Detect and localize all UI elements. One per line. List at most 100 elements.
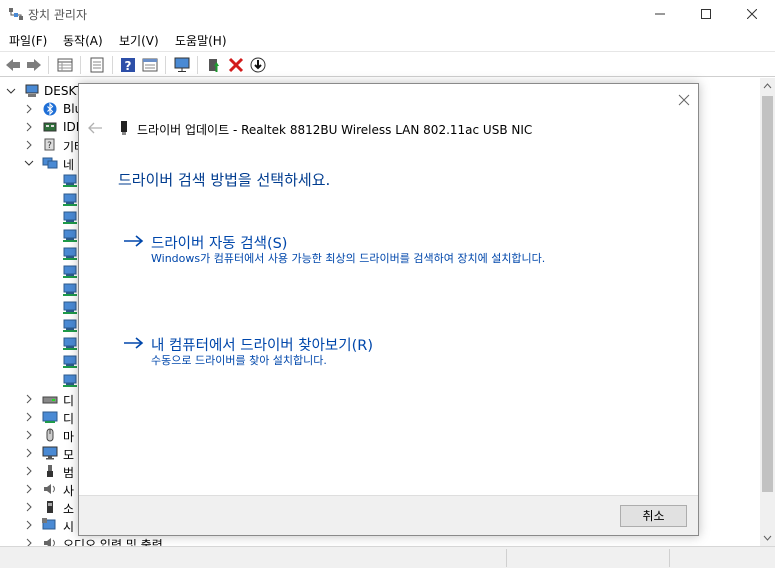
tree-item-label: 마 bbox=[63, 429, 75, 444]
tree-item-label: 소 bbox=[63, 502, 75, 517]
update-driver-icon[interactable] bbox=[205, 56, 223, 74]
tree-root-label: DESKT bbox=[44, 84, 83, 98]
forward-icon[interactable] bbox=[25, 56, 43, 74]
tree-category[interactable]: 오디오 입력 및 출력 bbox=[0, 534, 200, 546]
status-bar bbox=[0, 546, 775, 568]
display-adapter-icon bbox=[42, 411, 58, 423]
tree-item-label: 디 bbox=[63, 411, 75, 426]
chevron-right-icon[interactable] bbox=[24, 520, 34, 530]
dialog-close-icon[interactable] bbox=[676, 92, 692, 108]
menu-action[interactable]: 동작(A) bbox=[63, 32, 103, 49]
network-adapter-icon bbox=[63, 301, 77, 315]
option-description: 수동으로 드라이버를 찾아 설치합니다. bbox=[151, 354, 327, 367]
tree-item-label: 네 bbox=[63, 158, 75, 173]
bluetooth-icon bbox=[43, 102, 57, 116]
tree-item-label: 오디오 입력 및 출력 bbox=[63, 538, 163, 546]
chevron-right-icon[interactable] bbox=[24, 412, 34, 422]
uninstall-x-icon[interactable] bbox=[227, 56, 245, 74]
properties-grid-icon[interactable] bbox=[56, 56, 74, 74]
cancel-button[interactable]: 취소 bbox=[620, 505, 687, 527]
network-adapter-icon bbox=[63, 337, 77, 351]
unknown-device-icon: ? bbox=[44, 138, 55, 151]
svg-text:?: ? bbox=[125, 59, 132, 73]
chevron-right-icon[interactable] bbox=[24, 502, 34, 512]
search-automatically-option[interactable]: 드라이버 자동 검색(S) Windows가 컴퓨터에서 사용 가능한 최상의 … bbox=[123, 232, 593, 282]
minimize-button[interactable] bbox=[637, 0, 683, 28]
scroll-thumb[interactable] bbox=[762, 96, 773, 492]
chevron-right-icon[interactable] bbox=[24, 466, 34, 476]
network-adapter-icon bbox=[63, 211, 77, 224]
menu-file[interactable]: 파일(F) bbox=[9, 32, 47, 49]
tree-item-label: 디 bbox=[63, 393, 75, 408]
network-icon bbox=[42, 157, 58, 169]
maximize-icon bbox=[701, 9, 711, 19]
chevron-right-icon[interactable] bbox=[24, 484, 34, 494]
tree-item-label: 사 bbox=[63, 484, 75, 499]
back-arrow-icon[interactable] bbox=[87, 121, 103, 135]
chevron-right-icon[interactable] bbox=[24, 448, 34, 458]
minimize-icon bbox=[655, 13, 665, 15]
browse-my-computer-option[interactable]: 내 컴퓨터에서 드라이버 찾아보기(R) 수동으로 드라이버를 찾아 설치합니다… bbox=[123, 334, 593, 374]
option-title[interactable]: 드라이버 자동 검색(S) bbox=[151, 232, 287, 253]
tree-item-label: 범 bbox=[63, 466, 75, 480]
scroll-down-icon[interactable] bbox=[760, 530, 775, 546]
chevron-right-icon[interactable] bbox=[24, 538, 34, 546]
tree-item-label: 모 bbox=[63, 447, 75, 462]
dialog-footer: 취소 bbox=[79, 495, 698, 535]
network-adapter-icon bbox=[63, 355, 77, 369]
ide-controller-icon bbox=[43, 122, 57, 132]
chevron-right-icon[interactable] bbox=[24, 430, 34, 440]
back-icon[interactable] bbox=[4, 56, 22, 74]
help-icon[interactable]: ? bbox=[119, 56, 137, 74]
software-device-icon bbox=[47, 501, 53, 514]
network-adapter-icon bbox=[63, 193, 77, 206]
document-icon[interactable] bbox=[88, 56, 106, 74]
usb-icon bbox=[47, 465, 53, 477]
tree-item-label: 시 bbox=[63, 520, 75, 535]
chevron-right-icon[interactable] bbox=[24, 394, 34, 404]
menu-view[interactable]: 보기(V) bbox=[119, 32, 159, 49]
audio-io-icon bbox=[44, 538, 55, 546]
system-device-icon bbox=[42, 518, 56, 530]
vertical-scrollbar[interactable] bbox=[760, 78, 775, 546]
close-icon bbox=[747, 9, 757, 19]
audio-icon bbox=[44, 484, 55, 495]
dialog-heading: 드라이버 검색 방법을 선택하세요. bbox=[118, 171, 331, 189]
chevron-down-icon[interactable] bbox=[6, 86, 16, 96]
menu-bar: 파일(F) 동작(A) 보기(V) 도움말(H) bbox=[0, 28, 775, 50]
mouse-icon bbox=[46, 428, 54, 442]
toolbar: ? bbox=[0, 51, 775, 77]
chevron-right-icon[interactable] bbox=[24, 122, 34, 132]
window-title: 장치 관리자 bbox=[28, 8, 88, 22]
svg-text:?: ? bbox=[47, 141, 52, 151]
right-arrow-icon bbox=[124, 235, 144, 247]
menu-help[interactable]: 도움말(H) bbox=[175, 32, 227, 49]
device-manager-icon bbox=[9, 8, 23, 20]
close-button[interactable] bbox=[729, 0, 775, 28]
disk-drive-icon bbox=[42, 396, 58, 404]
network-adapter-icon bbox=[63, 247, 77, 260]
network-adapter-icon bbox=[63, 174, 77, 188]
right-arrow-icon bbox=[124, 337, 144, 349]
chevron-down-icon[interactable] bbox=[24, 158, 34, 168]
network-adapter-icon bbox=[63, 283, 77, 296]
option-title[interactable]: 내 컴퓨터에서 드라이버 찾아보기(R) bbox=[151, 334, 373, 355]
network-adapter-icon bbox=[63, 265, 77, 278]
title-bar: 장치 관리자 bbox=[0, 0, 775, 28]
scroll-up-icon[interactable] bbox=[760, 78, 775, 94]
network-adapter-icon bbox=[63, 229, 77, 242]
network-adapter-icon bbox=[63, 374, 77, 387]
download-circle-icon[interactable] bbox=[249, 56, 267, 74]
chevron-right-icon[interactable] bbox=[24, 140, 34, 150]
monitor-icon[interactable] bbox=[173, 56, 191, 74]
update-driver-dialog: 드라이버 업데이트 - Realtek 8812BU Wireless LAN … bbox=[78, 83, 699, 536]
option-description: Windows가 컴퓨터에서 사용 가능한 최상의 드라이버를 검색하여 장치에… bbox=[151, 252, 546, 265]
network-adapter-icon bbox=[121, 121, 127, 135]
chevron-right-icon[interactable] bbox=[24, 104, 34, 114]
computer-icon bbox=[25, 84, 39, 97]
network-adapter-icon bbox=[63, 319, 77, 333]
monitor-icon bbox=[42, 446, 58, 460]
maximize-button[interactable] bbox=[683, 0, 729, 28]
panel-icon[interactable] bbox=[141, 56, 159, 74]
dialog-title: 드라이버 업데이트 - Realtek 8812BU Wireless LAN … bbox=[137, 123, 533, 137]
